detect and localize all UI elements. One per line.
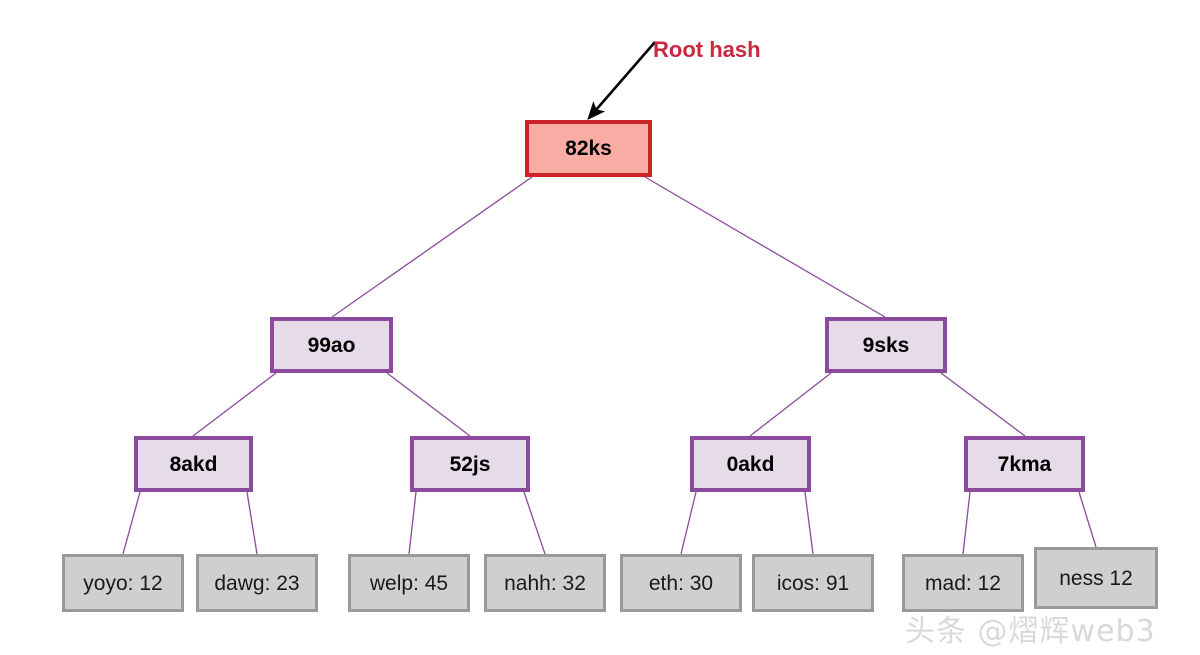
tree-edge [804, 491, 814, 555]
tree-edge [246, 491, 258, 555]
root-hash-arrow-icon [587, 41, 656, 120]
watermark: 头条 @熠辉web3 [905, 614, 1156, 649]
leaf-node-leaf-welp: welp: 45 [348, 554, 470, 612]
branch-node-n9sks: 9sks [825, 317, 947, 373]
tree-edge [1078, 491, 1097, 548]
leaf-node-leaf-dawg: dawg: 23 [196, 554, 318, 612]
tree-edge [644, 176, 886, 318]
leaf-node-leaf-mad: mad: 12 [902, 554, 1024, 612]
branch-node-n99ao: 99ao [270, 317, 393, 373]
leaf-node-leaf-eth: eth: 30 [620, 554, 742, 612]
tree-edge [749, 372, 832, 437]
tree-edge [192, 372, 277, 437]
tree-edge [408, 491, 417, 555]
tree-edge [386, 372, 471, 437]
branch-node-n7kma: 7kma [964, 436, 1085, 492]
root-node-root: 82ks [525, 120, 652, 177]
leaf-node-leaf-nahh: nahh: 32 [484, 554, 606, 612]
tree-edge [962, 491, 971, 555]
leaf-node-leaf-yoyo: yoyo: 12 [62, 554, 184, 612]
branch-node-n8akd: 8akd [134, 436, 253, 492]
branch-node-n0akd: 0akd [690, 436, 811, 492]
tree-edge [940, 372, 1026, 437]
leaf-node-leaf-ness: ness 12 [1034, 547, 1158, 609]
tree-edge [331, 176, 533, 318]
tree-edge [122, 491, 141, 555]
leaf-node-leaf-icos: icos: 91 [752, 554, 874, 612]
merkle-tree-diagram: 82ks 99ao 9sks 8akd 52js 0akd 7kma yoyo: 12 dawg… [0, 0, 1200, 655]
tree-edges [122, 176, 1097, 555]
tree-edge [523, 491, 546, 555]
root-hash-label: Root hash [653, 37, 761, 62]
branch-node-n52js: 52js [410, 436, 530, 492]
tree-edge [680, 491, 697, 555]
